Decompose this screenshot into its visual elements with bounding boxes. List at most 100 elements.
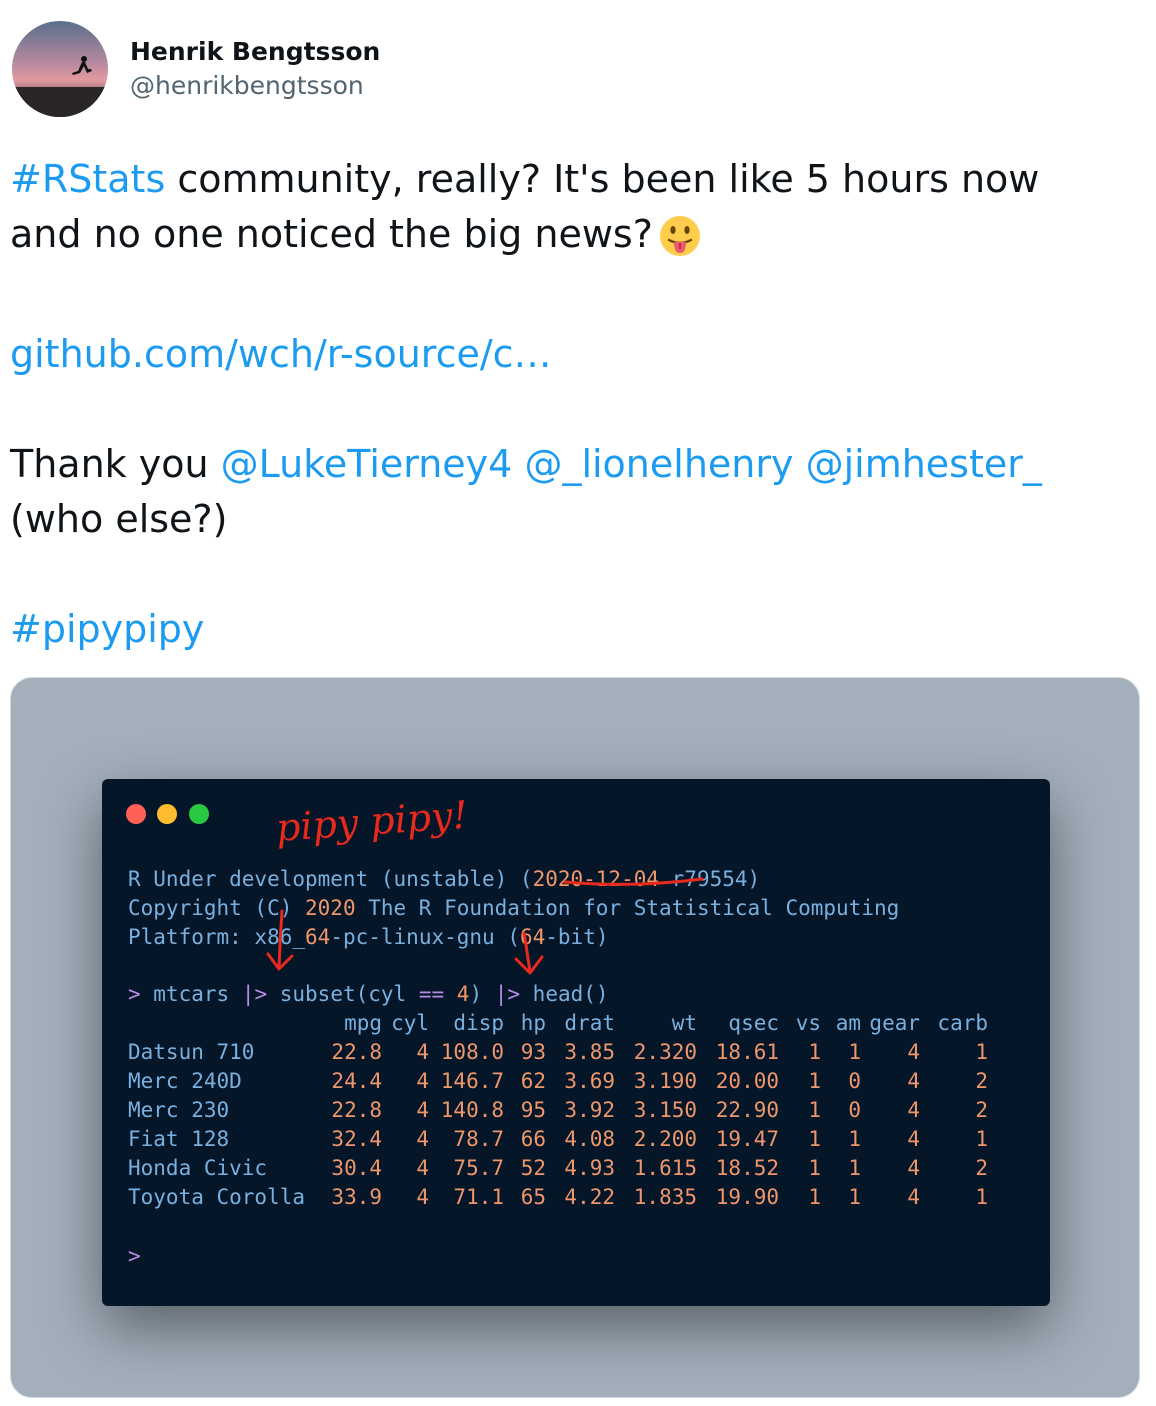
cell-qsec: 19.47 <box>715 1127 779 1151</box>
cell-drat: 4.22 <box>564 1185 615 1209</box>
row-name: Honda Civic <box>128 1156 268 1180</box>
tweet-header: Henrik Bengtsson @henrikbengtsson <box>12 21 380 117</box>
cell-cyl: 4 <box>416 1156 429 1180</box>
column-header-disp: disp <box>453 1011 504 1035</box>
cell-wt: 1.835 <box>633 1185 697 1209</box>
platform-line: Platform: x86_64-pc-linux-gnu (64-bit) <box>128 925 609 949</box>
cell-disp: 71.1 <box>453 1185 504 1209</box>
cell-qsec: 20.00 <box>715 1069 779 1093</box>
cell-am: 1 <box>848 1040 861 1064</box>
hashtag-rstats-link[interactable]: #RStats <box>10 157 165 201</box>
cell-hp: 93 <box>520 1040 546 1064</box>
close-dot-icon <box>126 804 146 824</box>
cell-cyl: 4 <box>416 1098 429 1122</box>
cell-carb: 2 <box>975 1069 988 1093</box>
cell-hp: 66 <box>520 1127 546 1151</box>
cell-mpg: 22.8 <box>331 1098 382 1122</box>
tweet-line-1-text: community, really? It's been like 5 hour… <box>165 157 1040 201</box>
cell-carb: 1 <box>975 1127 988 1151</box>
who-else-text: (who else?) <box>10 497 228 541</box>
cell-wt: 2.200 <box>633 1127 697 1151</box>
column-header-am: am <box>835 1011 861 1035</box>
terminal-window: R Under development (unstable) (2020-12-… <box>102 779 1050 1306</box>
cell-carb: 2 <box>975 1098 988 1122</box>
cell-qsec: 22.90 <box>715 1098 779 1122</box>
table-row: Fiat 128 32.4 4 78.7 66 4.08 2.200 19.47 1 1 4 1 <box>128 1125 988 1154</box>
row-name: Merc 240D <box>128 1069 242 1093</box>
cell-drat: 3.85 <box>564 1040 615 1064</box>
cell-gear: 4 <box>907 1185 920 1209</box>
mention-luketierney4[interactable]: @LukeTierney4 <box>221 442 513 486</box>
cell-mpg: 32.4 <box>331 1127 382 1151</box>
cell-vs: 1 <box>808 1156 821 1180</box>
cell-hp: 65 <box>520 1185 546 1209</box>
cell-am: 0 <box>848 1098 861 1122</box>
minimize-dot-icon <box>157 804 177 824</box>
pipe-arrow-1-head <box>266 952 294 971</box>
cell-vs: 1 <box>808 1069 821 1093</box>
command-line: > mtcars |> subset(cyl == 4) |> head() <box>128 982 609 1006</box>
cell-disp: 78.7 <box>453 1127 504 1151</box>
cell-drat: 4.93 <box>564 1156 615 1180</box>
maximize-dot-icon <box>189 804 209 824</box>
tweet-line-2-text: and no one noticed the big news? <box>10 212 653 256</box>
cell-vs: 1 <box>808 1098 821 1122</box>
column-header-hp: hp <box>520 1011 546 1035</box>
cell-vs: 1 <box>808 1185 821 1209</box>
column-header-qsec: qsec <box>728 1011 779 1035</box>
pipe-arrow-2-head <box>514 955 544 975</box>
cell-cyl: 4 <box>416 1127 429 1151</box>
cell-wt: 1.615 <box>633 1156 697 1180</box>
cell-mpg: 33.9 <box>331 1185 382 1209</box>
tweet-media-image[interactable]: R Under development (unstable) (2020-12-… <box>10 677 1140 1398</box>
table-row: Merc 240D 24.4 4 146.7 62 3.69 3.190 20.00 1 0 4 2 <box>128 1067 988 1096</box>
cell-hp: 95 <box>520 1098 546 1122</box>
column-header-mpg: mpg <box>344 1011 382 1035</box>
cell-am: 0 <box>848 1069 861 1093</box>
cell-qsec: 18.61 <box>715 1040 779 1064</box>
thanks-prefix: Thank you <box>10 442 221 486</box>
cell-am: 1 <box>848 1127 861 1151</box>
author-handle[interactable]: @henrikbengtsson <box>130 69 380 103</box>
cell-carb: 2 <box>975 1156 988 1180</box>
cell-drat: 3.92 <box>564 1098 615 1122</box>
cell-cyl: 4 <box>416 1185 429 1209</box>
tweet-text: #RStats community, really? It's been lik… <box>10 152 1140 657</box>
mtcars-output-table: mpg cyl disp hp drat wt qsec vs am gear carb Datsun… <box>128 1009 988 1212</box>
column-header-carb: carb <box>937 1011 988 1035</box>
table-row: Datsun 710 22.8 4 108.0 93 3.85 2.320 18.61 1 1 4 1 <box>128 1038 988 1067</box>
face-with-tongue-icon <box>659 215 701 272</box>
row-name: Merc 230 <box>128 1098 230 1122</box>
table-header-row: mpg cyl disp hp drat wt qsec vs am gear carb <box>128 1009 988 1038</box>
author-display-name[interactable]: Henrik Bengtsson <box>130 35 380 69</box>
row-name-header <box>128 1009 318 1038</box>
cell-carb: 1 <box>975 1185 988 1209</box>
cell-carb: 1 <box>975 1040 988 1064</box>
column-header-wt: wt <box>671 1011 697 1035</box>
copyright-line: Copyright (C) 2020 The R Foundation for … <box>128 896 900 920</box>
cell-gear: 4 <box>907 1156 920 1180</box>
cell-hp: 52 <box>520 1156 546 1180</box>
github-commit-link[interactable]: github.com/wch/r-source/c… <box>10 332 552 376</box>
thanks-line: Thank you @LukeTierney4 @_lionelhenry @j… <box>10 437 1140 492</box>
hashtag-pipypipy-link[interactable]: #pipypipy <box>10 607 204 651</box>
cell-disp: 146.7 <box>440 1069 504 1093</box>
cell-cyl: 4 <box>416 1040 429 1064</box>
cell-disp: 108.0 <box>440 1040 504 1064</box>
tweet-line-2: and no one noticed the big news? <box>10 207 1140 272</box>
column-header-vs: vs <box>795 1011 821 1035</box>
mention-jimhester[interactable]: @jimhester_ <box>806 442 1042 486</box>
cell-am: 1 <box>848 1156 861 1180</box>
cell-disp: 75.7 <box>453 1156 504 1180</box>
cell-hp: 62 <box>520 1069 546 1093</box>
avatar[interactable] <box>12 21 108 117</box>
mention-lionelhenry[interactable]: @_lionelhenry <box>524 442 793 486</box>
row-name: Toyota Corolla <box>128 1185 306 1209</box>
cell-gear: 4 <box>907 1040 920 1064</box>
cell-gear: 4 <box>907 1127 920 1151</box>
table-row: Merc 230 22.8 4 140.8 95 3.92 3.150 22.90 1 0 4 2 <box>128 1096 988 1125</box>
cell-wt: 3.190 <box>633 1069 697 1093</box>
cell-mpg: 30.4 <box>331 1156 382 1180</box>
cell-gear: 4 <box>907 1069 920 1093</box>
column-header-drat: drat <box>564 1011 615 1035</box>
